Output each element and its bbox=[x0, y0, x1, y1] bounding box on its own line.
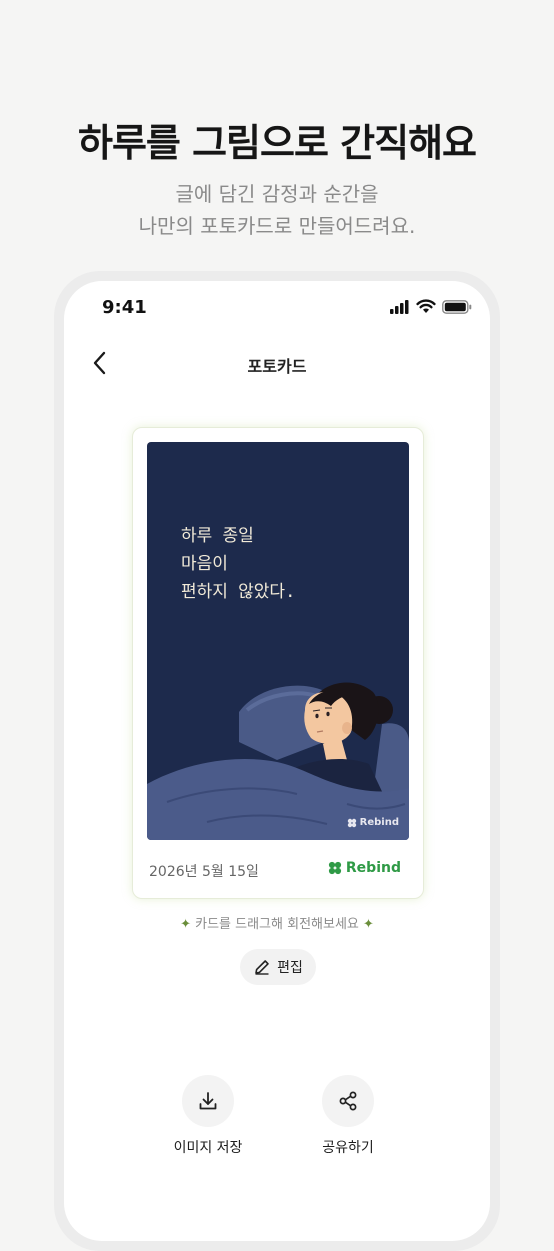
save-image-icon-wrap bbox=[182, 1075, 234, 1127]
rebind-logo-icon bbox=[328, 861, 342, 875]
pencil-icon bbox=[255, 960, 269, 975]
share-icon-wrap bbox=[322, 1075, 374, 1127]
quote-line: 편하지 않았다. bbox=[181, 582, 296, 602]
photocard-quote: 하루 종일 마음이 편하지 않았다. bbox=[181, 522, 295, 606]
download-icon bbox=[199, 1092, 217, 1110]
hero-subtitle-line1: 글에 담긴 감정과 순간을 bbox=[175, 182, 379, 206]
share-button[interactable]: 공유하기 bbox=[298, 1075, 398, 1157]
photocard[interactable]: 하루 종일 마음이 편하지 않았다. Rebind 2026년 5월 15일 R… bbox=[132, 427, 424, 899]
hero-title: 하루를 그림으로 간직해요 bbox=[77, 121, 477, 165]
rebind-logo-icon bbox=[347, 818, 356, 827]
save-image-label: 이미지 저장 bbox=[173, 1140, 243, 1156]
share-label: 공유하기 bbox=[322, 1140, 374, 1156]
page-title: 포토카드 bbox=[247, 357, 307, 376]
image-watermark: Rebind bbox=[347, 817, 399, 828]
photocard-brand: Rebind bbox=[328, 860, 401, 876]
quote-line: 하루 종일 bbox=[181, 526, 254, 546]
photocard-image: 하루 종일 마음이 편하지 않았다. Rebind bbox=[147, 442, 409, 840]
hero-subtitle-line2: 나만의 포토카드로 만들어드려요. bbox=[138, 214, 416, 238]
share-icon bbox=[339, 1091, 357, 1111]
brand-text: Rebind bbox=[345, 860, 401, 876]
sleeping-girl-illustration bbox=[147, 682, 409, 840]
edit-button-label: 편집 bbox=[277, 960, 303, 976]
wifi-icon bbox=[416, 299, 436, 313]
rotate-hint: ✦ 카드를 드래그해 회전해보세요 ✦ bbox=[64, 913, 490, 932]
watermark-text: Rebind bbox=[359, 817, 399, 828]
signal-icon bbox=[390, 299, 409, 314]
sparkle-icon: ✦ bbox=[180, 917, 191, 932]
save-image-button[interactable]: 이미지 저장 bbox=[158, 1075, 258, 1157]
phone-screen: 9:41 포토카드 하루 종일 마음이 편하지 않았다. Rebind 2026… bbox=[64, 281, 490, 1241]
sparkle-icon: ✦ bbox=[363, 917, 374, 932]
photocard-date: 2026년 5월 15일 bbox=[149, 864, 259, 880]
status-time: 9:41 bbox=[102, 297, 147, 318]
hint-text: 카드를 드래그해 회전해보세요 bbox=[195, 917, 359, 932]
quote-line: 마음이 bbox=[181, 554, 228, 574]
edit-button[interactable]: 편집 bbox=[240, 949, 316, 985]
status-icons bbox=[390, 299, 472, 314]
battery-icon bbox=[442, 299, 472, 314]
